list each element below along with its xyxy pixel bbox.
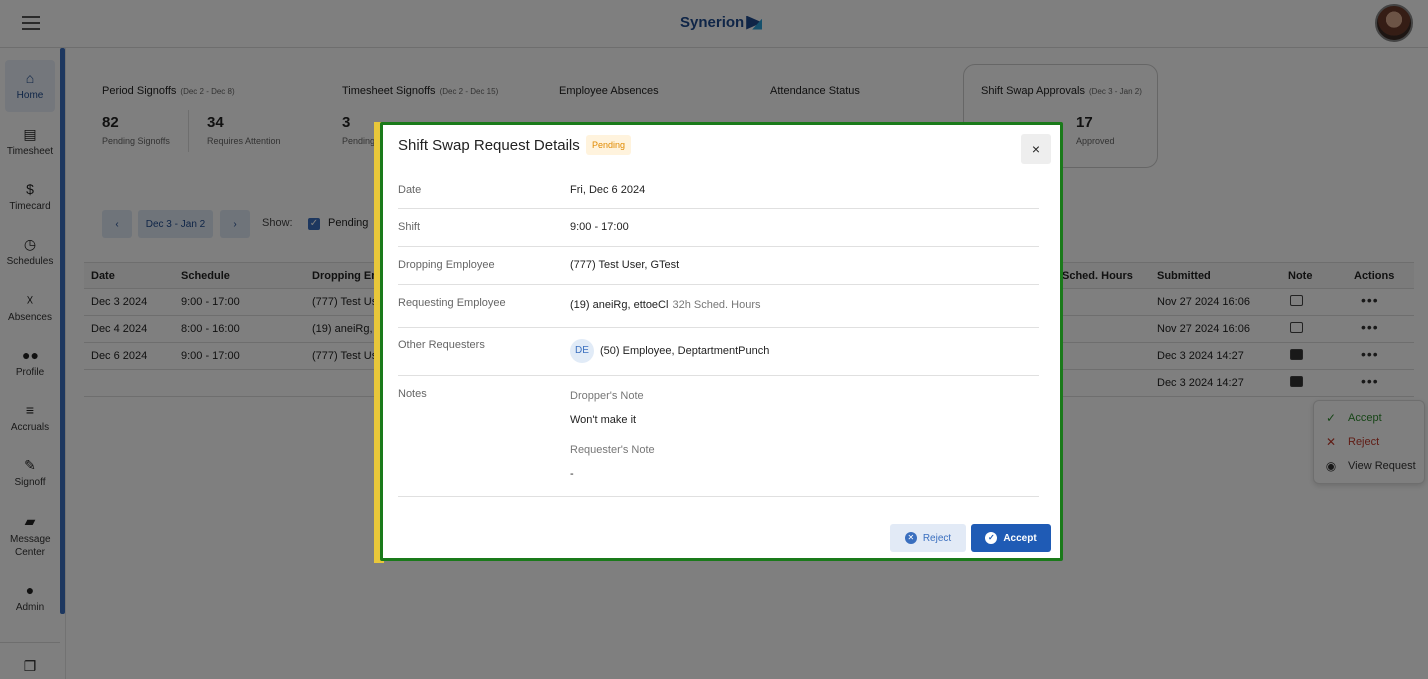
- date-row: [398, 172, 1039, 209]
- dropper-note: Won't make it: [570, 414, 637, 426]
- requester-note-label: Requester's Note: [570, 444, 655, 456]
- other-requester-value[interactable]: DE (50) Employee, DeptartmentPunch: [570, 339, 769, 363]
- shift-label: Shift: [398, 221, 421, 233]
- reject-button[interactable]: ✕ Reject: [890, 524, 966, 552]
- sched-hours: 32h Sched. Hours: [672, 299, 761, 311]
- check-circle-icon: ✓: [985, 532, 998, 544]
- accept-button[interactable]: ✓ Accept: [971, 524, 1051, 552]
- other-requesters-label: Other Requesters: [398, 339, 485, 351]
- close-button[interactable]: ×: [1021, 134, 1051, 164]
- x-circle-icon: ✕: [904, 532, 917, 544]
- status-badge: Pending: [586, 135, 632, 155]
- shift-row: [398, 209, 1039, 247]
- dropping-employee-value: (777) Test User, GTest: [570, 259, 680, 271]
- dropping-employee-label: Dropping Employee: [398, 259, 495, 271]
- notes-label: Notes: [398, 388, 427, 400]
- date-value: Fri, Dec 6 2024: [570, 184, 646, 196]
- shift-swap-details-modal: Shift Swap Request Details Pending × Dat…: [380, 122, 1063, 561]
- shift-value: 9:00 - 17:00: [570, 221, 629, 233]
- requester-note: -: [570, 468, 574, 480]
- dropper-note-label: Dropper's Note: [570, 390, 644, 402]
- requesting-employee-label: Requesting Employee: [398, 297, 506, 309]
- date-label: Date: [398, 184, 422, 196]
- initials-avatar: DE: [570, 339, 594, 363]
- requesting-employee-value: (19) aneiRg, ettoeCl 32h Sched. Hours: [570, 299, 761, 311]
- notes-row: [398, 376, 1039, 497]
- modal-title: Shift Swap Request Details: [398, 137, 580, 154]
